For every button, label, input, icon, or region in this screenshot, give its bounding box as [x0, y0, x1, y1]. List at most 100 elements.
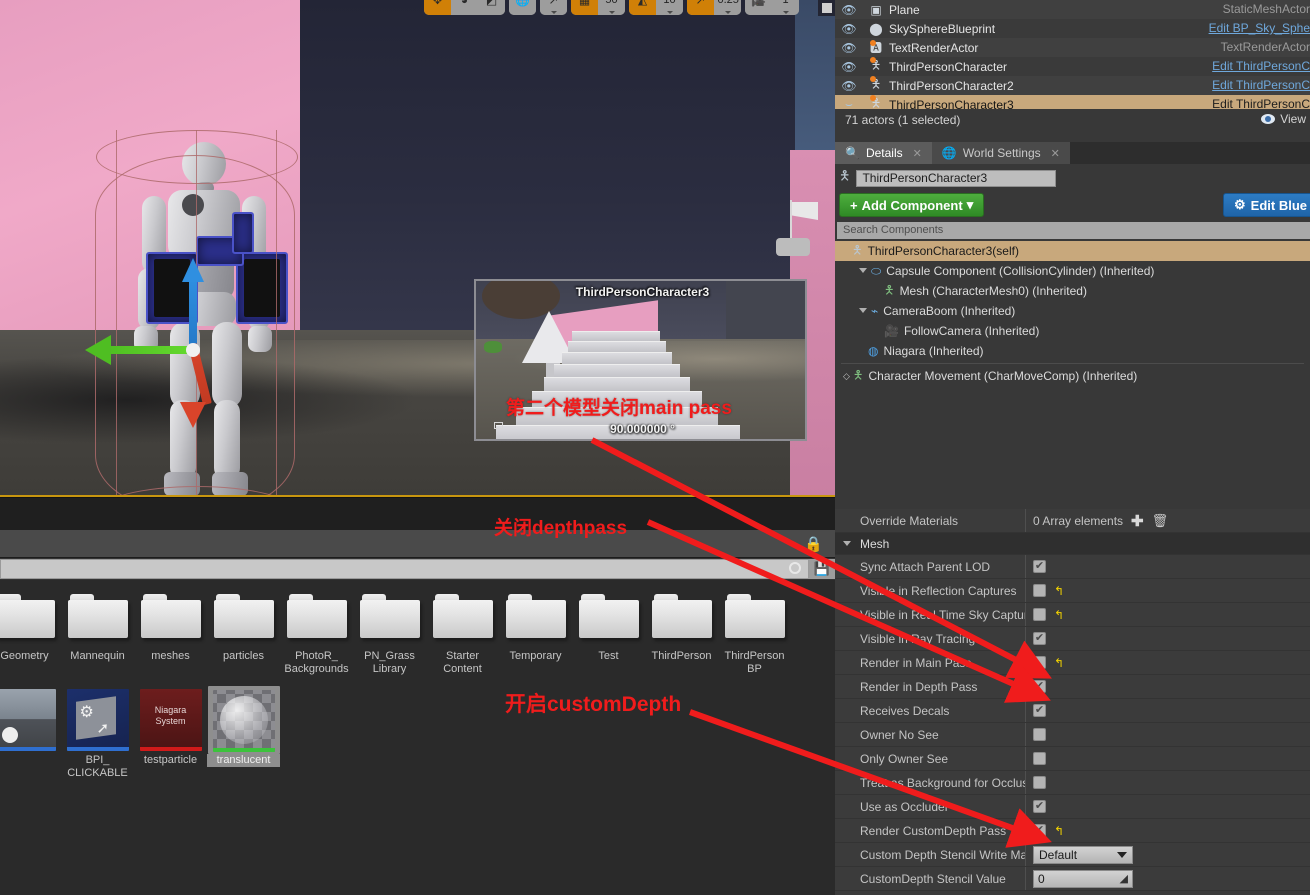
component-tree-item[interactable]: ◇🯅Character Movement (CharMoveComp) (Inh…: [835, 366, 1310, 386]
gizmo-x-arrowhead[interactable]: [180, 402, 206, 428]
component-tree-item[interactable]: 🯅ThirdPersonCharacter3(self): [835, 241, 1310, 261]
outliner-row-plane[interactable]: 👁▣PlaneStaticMeshActor: [835, 0, 1310, 19]
camera-speed-value[interactable]: 1: [772, 0, 799, 15]
gizmo-center-hub[interactable]: [186, 343, 200, 357]
add-array-element-icon[interactable]: ✚: [1131, 512, 1144, 530]
gizmo-z-axis[interactable]: [189, 278, 197, 350]
gizmo-y-arrowhead[interactable]: [85, 335, 111, 365]
scale-snap-icon[interactable]: ↗: [687, 0, 714, 15]
content-folder-item[interactable]: StarterContent: [426, 586, 499, 676]
lock-icon[interactable]: 🔒: [804, 535, 823, 553]
component-tree-item[interactable]: ◍Niagara (Inherited): [835, 341, 1310, 361]
search-components-input[interactable]: Search Components: [837, 222, 1310, 239]
tab-world-settings[interactable]: 🌐 World Settings ✕: [932, 142, 1070, 164]
property-row-treat-as-background-for-occlus[interactable]: Treat as Background for Occlus✔: [835, 771, 1310, 795]
viewport-transform-toolbar[interactable]: ✥ ◕ ◩ 🌐 ↗ ▦ 50 ◭ 10 ↗ 0.25: [424, 0, 799, 18]
property-row-use-as-occluder[interactable]: Use as Occluder✔: [835, 795, 1310, 819]
scale-snap-group[interactable]: ↗ 0.25: [687, 0, 741, 15]
outliner-row-skysphereblueprint[interactable]: 👁⬤SkySphereBlueprintEdit BP_Sky_Sphe: [835, 19, 1310, 38]
revert-to-default-icon[interactable]: ↰: [1054, 657, 1064, 669]
angle-snap-icon[interactable]: ◭: [629, 0, 656, 15]
gizmo-z-arrowhead[interactable]: [182, 258, 204, 282]
outliner-row-thirdpersoncharacter2[interactable]: 👁🯅ThirdPersonCharacter2Edit ThirdPersonC: [835, 76, 1310, 95]
content-folder-item[interactable]: particles: [207, 586, 280, 663]
content-asset-item[interactable]: NiagaraSystemtestparticle: [134, 690, 207, 767]
edit-blueprint-button[interactable]: ⚙ Edit Blue: [1223, 193, 1310, 217]
property-row-visible-in-ray-tracing[interactable]: Visible in Ray Tracing✔: [835, 627, 1310, 651]
revert-to-default-icon[interactable]: ↰: [1054, 825, 1064, 837]
property-checkbox[interactable]: ✔: [1033, 608, 1046, 621]
asset-thumbnail-wrap[interactable]: ⚙➚: [67, 689, 129, 751]
outliner-row-textrenderactor[interactable]: 👁🅰TextRenderActorTextRenderActor: [835, 38, 1310, 57]
asset-thumbnail-wrap[interactable]: [208, 686, 280, 754]
world-outliner-panel[interactable]: 👁▣PlaneStaticMeshActor👁⬤SkySphereBluepri…: [835, 0, 1310, 131]
chevron-down-icon[interactable]: [859, 268, 867, 277]
world-coord-toggle-icon[interactable]: 🌐: [509, 0, 536, 15]
component-tree-item[interactable]: 🎥FollowCamera (Inherited): [835, 321, 1310, 341]
visibility-eye-icon[interactable]: 👁: [835, 3, 863, 17]
coordinate-system-group[interactable]: 🌐: [509, 0, 536, 15]
content-asset-item[interactable]: translucent: [207, 690, 280, 767]
property-list[interactable]: Override Materials0 Array elements✚🗑Mesh…: [835, 509, 1310, 895]
content-folder-item[interactable]: ThirdPersonBP: [718, 586, 791, 676]
grid-snap-value[interactable]: 50: [598, 0, 625, 15]
visibility-eye-icon[interactable]: 👁: [835, 22, 863, 36]
property-checkbox[interactable]: ✔: [1033, 656, 1046, 669]
tab-details[interactable]: 🔍 Details ✕: [835, 142, 932, 164]
component-tree-item[interactable]: ⬭Capsule Component (CollisionCylinder) (…: [835, 261, 1310, 281]
content-asset-item[interactable]: ⚙➚BPI_CLICKABLE: [61, 690, 134, 780]
outliner-actor-type[interactable]: Edit BP_Sky_Sphe: [1209, 21, 1310, 35]
outliner-view-options[interactable]: View: [1261, 112, 1306, 126]
content-folder-item[interactable]: PhotoR_Backgrounds: [280, 586, 353, 676]
select-move-tool-icon[interactable]: ✥: [424, 0, 451, 15]
chevron-down-icon[interactable]: [859, 308, 867, 317]
property-checkbox[interactable]: ✔: [1033, 800, 1046, 813]
asset-thumbnail-wrap[interactable]: NiagaraSystem: [140, 689, 202, 751]
content-folder-item[interactable]: Temporary: [499, 586, 572, 663]
property-number-input[interactable]: 0◢: [1033, 870, 1133, 888]
world-outliner-rows[interactable]: 👁▣PlaneStaticMeshActor👁⬤SkySphereBluepri…: [835, 0, 1310, 114]
property-dropdown[interactable]: Default: [1033, 846, 1133, 864]
revert-to-default-icon[interactable]: ↰: [1054, 585, 1064, 597]
chevron-down-icon[interactable]: [843, 541, 851, 550]
outliner-actor-type[interactable]: Edit ThirdPersonC: [1212, 78, 1310, 92]
visibility-eye-icon[interactable]: 👁: [835, 41, 863, 55]
content-folder-item[interactable]: Geometry: [0, 586, 61, 663]
property-row-visible-in-reflection-captures[interactable]: Visible in Reflection Captures✔↰: [835, 579, 1310, 603]
visibility-eye-icon[interactable]: 👁: [835, 60, 863, 74]
property-row-only-owner-see[interactable]: Only Owner See✔: [835, 747, 1310, 771]
property-checkbox[interactable]: ✔: [1033, 776, 1046, 789]
details-tab-strip[interactable]: 🔍 Details ✕ 🌐 World Settings ✕: [835, 142, 1310, 164]
property-row-render-customdepth-pass[interactable]: Render CustomDepth Pass✔↰: [835, 819, 1310, 843]
asset-search-input[interactable]: [0, 559, 809, 579]
property-row-render-in-depth-pass[interactable]: Render in Depth Pass✔: [835, 675, 1310, 699]
property-checkbox[interactable]: ✔: [1033, 824, 1046, 837]
property-row-owner-no-see[interactable]: Owner No See✔: [835, 723, 1310, 747]
property-row-visible-in-real-time-sky-captur[interactable]: Visible in Real Time Sky Captur✔↰: [835, 603, 1310, 627]
property-row-sync-attach-parent-lod[interactable]: Sync Attach Parent LOD✔: [835, 555, 1310, 579]
pip-preview-panel[interactable]: ThirdPersonCharacter3 第二个模型关闭main pass 9…: [474, 279, 807, 441]
asset-thumbnail-wrap[interactable]: [0, 689, 56, 751]
property-row-receives-decals[interactable]: Receives Decals✔: [835, 699, 1310, 723]
transform-mode-group[interactable]: ✥ ◕ ◩: [424, 0, 505, 15]
angle-snap-value[interactable]: 10: [656, 0, 683, 15]
component-tree-item[interactable]: 🯅Mesh (CharacterMesh0) (Inherited): [835, 281, 1310, 301]
property-checkbox[interactable]: ✔: [1033, 704, 1046, 717]
content-folder-item[interactable]: ThirdPerson: [645, 586, 718, 663]
close-icon[interactable]: ✕: [913, 147, 922, 160]
scale-tool-icon[interactable]: ◩: [478, 0, 505, 15]
scale-snap-value[interactable]: 0.25: [714, 0, 741, 15]
content-folder-item[interactable]: Test: [572, 586, 645, 663]
spinner-icon[interactable]: ◢: [1120, 872, 1128, 885]
property-checkbox[interactable]: ✔: [1033, 560, 1046, 573]
outliner-actor-type[interactable]: Edit ThirdPersonC: [1212, 59, 1310, 73]
content-browser-search-row[interactable]: 💾: [0, 558, 835, 580]
property-row-override-materials[interactable]: Override Materials0 Array elements✚🗑: [835, 509, 1310, 533]
content-asset-item[interactable]: [0, 690, 61, 754]
rotate-tool-icon[interactable]: ◕: [451, 0, 478, 15]
surface-snap-group[interactable]: ↗: [540, 0, 567, 15]
property-checkbox[interactable]: ✔: [1033, 584, 1046, 597]
property-row-customdepth-stencil-value[interactable]: CustomDepth Stencil Value0◢: [835, 867, 1310, 891]
property-row-custom-depth-stencil-write-ma[interactable]: Custom Depth Stencil Write MaDefault: [835, 843, 1310, 867]
camera-speed-icon[interactable]: 🎥: [745, 0, 772, 15]
